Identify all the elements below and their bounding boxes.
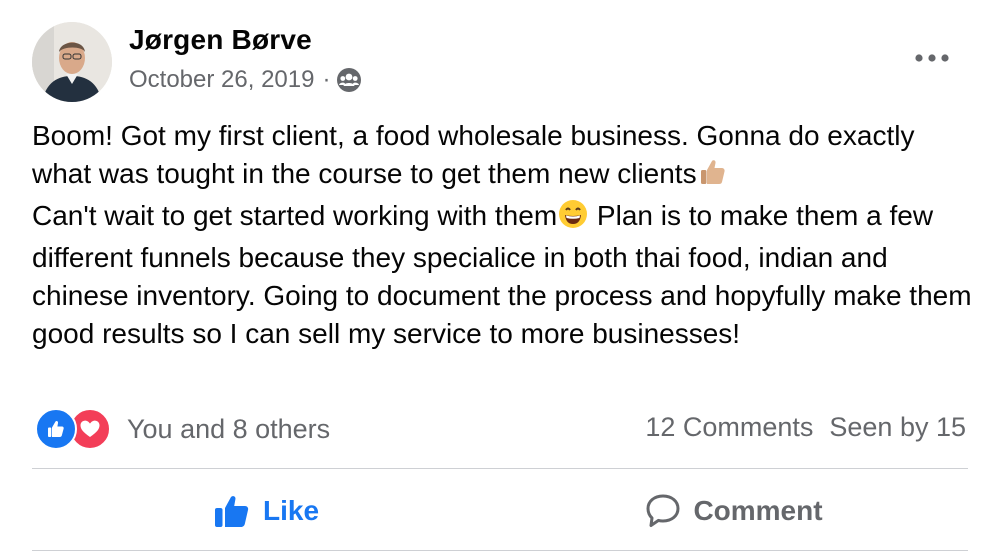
comments-count[interactable]: 12 Comments [645,412,813,443]
like-label: Like [262,495,320,526]
post-body-text-1: Boom! Got my first client, a food wholes… [32,120,915,189]
author-name[interactable]: Jørgen Børve [129,24,312,56]
comment-label: Comment [693,495,823,526]
divider [32,550,968,551]
grinning-face-emoji-icon [558,199,588,239]
reaction-summary[interactable]: You and 8 others [35,408,330,450]
divider [32,468,968,469]
avatar-image [32,22,112,102]
more-horizontal-icon[interactable] [912,44,952,72]
post-body: Boom! Got my first client, a food wholes… [32,117,972,353]
comment-button[interactable]: Comment [500,478,968,544]
post-card: Jørgen Børve October 26, 2019 · Boom! Go… [0,0,996,560]
reactors-text[interactable]: You and 8 others [127,414,330,445]
post-stats: 12 Comments Seen by 15 [645,412,966,443]
like-reaction-icon [35,408,77,450]
meta-separator: · [322,66,331,93]
post-body-text-2: Can't wait to get started working with t… [32,200,558,231]
post-date[interactable]: October 26, 2019 [129,66,314,94]
group-icon[interactable] [336,67,362,93]
thumbs-up-icon [213,493,251,529]
like-button[interactable]: Like [32,478,500,544]
avatar[interactable] [32,22,112,102]
post-meta: October 26, 2019 · [129,66,362,94]
seen-by-count[interactable]: Seen by 15 [829,412,966,443]
thumbs-up-emoji-icon [698,157,728,197]
comment-icon [645,493,681,529]
